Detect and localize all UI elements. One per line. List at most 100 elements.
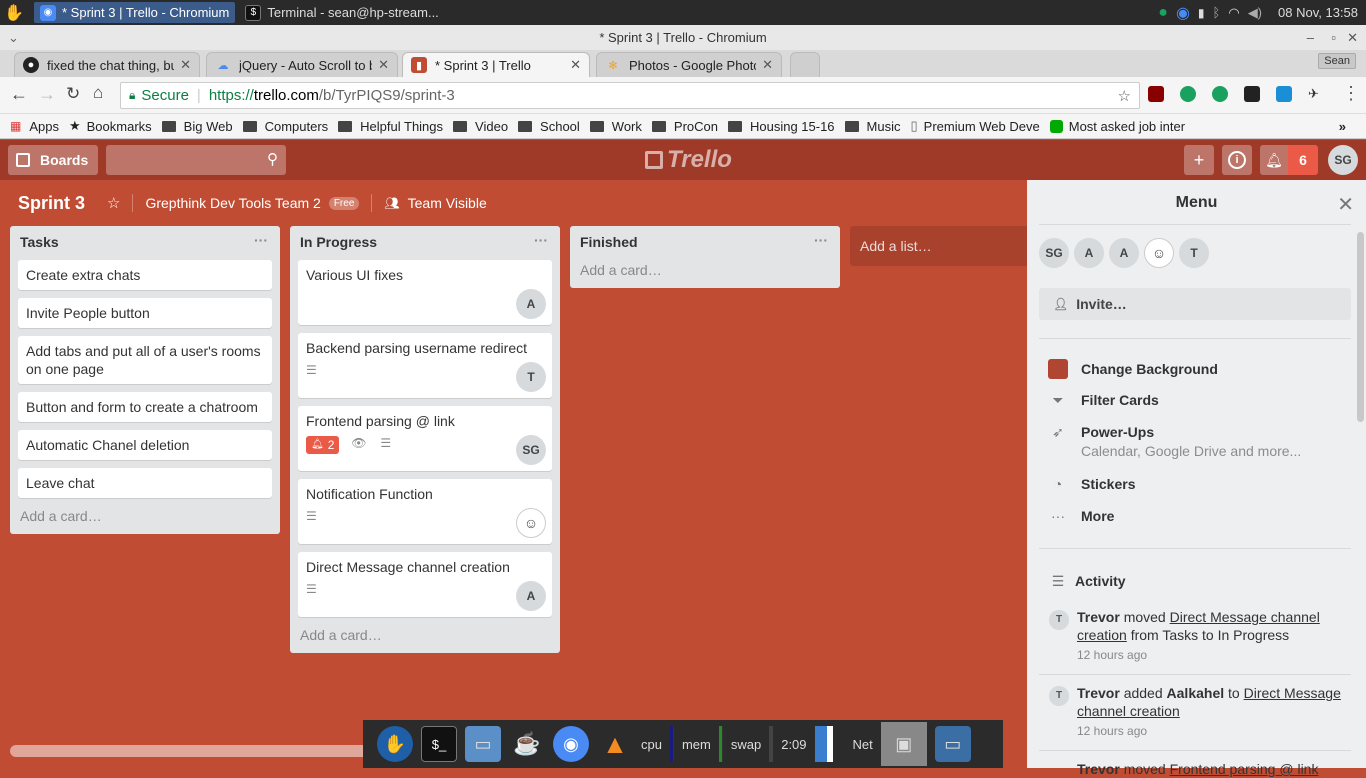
menu-more[interactable]: ··· More bbox=[1047, 508, 1114, 524]
member-avatar[interactable]: SG bbox=[1039, 238, 1069, 268]
volume-icon[interactable]: ◀) bbox=[1248, 5, 1262, 21]
card[interactable]: Backend parsing username redirect ☰ T bbox=[298, 333, 552, 398]
boards-button[interactable]: Boards bbox=[8, 145, 98, 175]
board-title[interactable]: Sprint 3 bbox=[18, 193, 85, 214]
activity-user[interactable]: Trevor bbox=[1077, 761, 1120, 777]
card-member-avatar[interactable]: A bbox=[516, 289, 546, 319]
doodle-avatar[interactable]: ☺ bbox=[516, 508, 546, 538]
card-member-avatar[interactable]: T bbox=[516, 362, 546, 392]
activity-card-link[interactable]: Frontend parsing @ link bbox=[1170, 761, 1319, 777]
menu-stickers[interactable]: ◔ Stickers bbox=[1047, 476, 1136, 492]
profile-button[interactable]: Sean bbox=[1318, 53, 1356, 69]
tab-github[interactable]: ● fixed the chat thing, but ✕ bbox=[14, 52, 200, 77]
bird-ext-icon[interactable]: ✈ bbox=[1308, 86, 1324, 102]
screenshot-icon[interactable]: ▣ bbox=[880, 722, 927, 766]
ublock-icon[interactable] bbox=[1148, 86, 1164, 102]
chromium-icon[interactable]: ◉ bbox=[553, 726, 589, 762]
os-task-chromium[interactable]: ◉ * Sprint 3 | Trello - Chromium bbox=[34, 2, 236, 23]
bookmark-page[interactable]: ▯ Premium Web Deve bbox=[911, 118, 1040, 134]
bookmark-folder[interactable]: School bbox=[518, 119, 580, 134]
bookmark-folder[interactable]: Helpful Things bbox=[338, 119, 443, 134]
card[interactable]: Frontend parsing @ link 🔔︎ 2 👁︎ ☰ SG bbox=[298, 406, 552, 471]
card[interactable]: Button and form to create a chatroom bbox=[18, 392, 272, 422]
os-task-terminal[interactable]: $ Terminal - sean@hp-stream... bbox=[239, 2, 444, 23]
tab-jquery[interactable]: ☁ jQuery - Auto Scroll to b ✕ bbox=[206, 52, 398, 77]
visibility-label[interactable]: Team Visible bbox=[408, 195, 487, 211]
address-bar[interactable]: 🔒︎ Secure | https:// trello.com /b/TyrPI… bbox=[120, 82, 1140, 109]
card[interactable]: Invite People button bbox=[18, 298, 272, 328]
activity-target-user[interactable]: Aalkahel bbox=[1167, 685, 1225, 701]
menu-change-background[interactable]: Change Background bbox=[1047, 359, 1218, 379]
terminal-icon[interactable]: $_ bbox=[421, 726, 457, 762]
list-header[interactable]: Tasks ··· bbox=[10, 226, 280, 260]
file-manager-icon[interactable]: ▭ bbox=[465, 726, 501, 762]
activity-time[interactable]: 12 hours ago bbox=[1077, 646, 1349, 664]
home-icon[interactable]: ⌂ bbox=[93, 83, 103, 103]
list-menu-icon[interactable]: ··· bbox=[254, 232, 268, 248]
skype-ext-icon[interactable] bbox=[1276, 86, 1292, 102]
cpu-monitor-label[interactable]: cpu bbox=[641, 737, 662, 752]
hangouts-ext-icon[interactable] bbox=[1180, 86, 1196, 102]
list-header[interactable]: In Progress ··· bbox=[290, 226, 560, 260]
member-avatar[interactable]: A bbox=[1109, 238, 1139, 268]
swap-monitor-label[interactable]: swap bbox=[731, 737, 761, 752]
card[interactable]: Automatic Chanel deletion bbox=[18, 430, 272, 460]
activity-time[interactable]: 12 hours ago bbox=[1077, 722, 1349, 740]
bookmark-folder[interactable]: ProCon bbox=[651, 119, 718, 134]
list-header[interactable]: Finished ··· bbox=[570, 226, 840, 260]
board-scrollbar[interactable] bbox=[10, 745, 370, 757]
tab-close-icon[interactable]: ✕ bbox=[570, 57, 581, 73]
wifi-icon[interactable]: ◠ bbox=[1228, 5, 1239, 21]
card-member-avatar[interactable]: SG bbox=[516, 435, 546, 465]
tab-trello[interactable]: ▮ * Sprint 3 | Trello ✕ bbox=[402, 52, 590, 77]
minimize-icon[interactable]: – bbox=[1307, 25, 1314, 50]
activity-avatar[interactable]: T bbox=[1049, 610, 1069, 630]
invite-button[interactable]: 👤︎ Invite… bbox=[1039, 288, 1351, 320]
tampermonkey-icon[interactable] bbox=[1244, 86, 1260, 102]
card[interactable]: Various UI fixes A bbox=[298, 260, 552, 325]
add-button[interactable]: + bbox=[1184, 145, 1214, 175]
card[interactable]: Direct Message channel creation ☰ A bbox=[298, 552, 552, 617]
add-card-button[interactable]: Add a card… bbox=[10, 506, 280, 534]
card[interactable]: Add tabs and put all of a user's rooms o… bbox=[18, 336, 272, 384]
teapot-icon[interactable]: ☕ bbox=[509, 726, 545, 762]
bookmark-folder[interactable]: Work bbox=[589, 119, 642, 134]
desktop-icon[interactable]: ▭ bbox=[934, 726, 971, 762]
maximize-icon[interactable]: ▫ bbox=[1331, 25, 1336, 50]
member-avatar[interactable]: A bbox=[1074, 238, 1104, 268]
tab-close-icon[interactable]: ✕ bbox=[762, 57, 773, 73]
reload-icon[interactable]: ↻ bbox=[66, 84, 80, 104]
user-avatar[interactable]: SG bbox=[1328, 145, 1358, 175]
new-tab-button[interactable] bbox=[790, 52, 820, 77]
tab-close-icon[interactable]: ✕ bbox=[378, 57, 389, 73]
extension-green-icon[interactable] bbox=[1212, 86, 1228, 102]
card[interactable]: Leave chat bbox=[18, 468, 272, 498]
card-member-avatar[interactable]: A bbox=[516, 581, 546, 611]
bookmark-apps[interactable]: ▦ Apps bbox=[10, 119, 59, 134]
team-name[interactable]: Grepthink Dev Tools Team 2 bbox=[145, 195, 320, 211]
menu-scrollbar[interactable] bbox=[1357, 232, 1364, 422]
card[interactable]: Notification Function ☰ ☺ bbox=[298, 479, 552, 544]
hangouts-tray-icon[interactable]: ● bbox=[1158, 4, 1168, 22]
uptime-label[interactable]: 2:09 bbox=[781, 737, 806, 752]
bookmark-folder[interactable]: Video bbox=[453, 119, 508, 134]
forward-icon[interactable]: → bbox=[38, 84, 56, 105]
close-window-icon[interactable]: ✕ bbox=[1347, 25, 1358, 50]
battery-icon[interactable]: ▮ bbox=[1198, 6, 1205, 20]
bluetooth-icon[interactable]: ᛒ bbox=[1213, 5, 1221, 20]
bookmark-folder[interactable]: Housing 15-16 bbox=[727, 119, 835, 134]
menu-filter-cards[interactable]: ⏷ Filter Cards bbox=[1047, 392, 1158, 409]
chrome-menu-icon[interactable]: ⋮ bbox=[1342, 83, 1360, 104]
os-menu-button[interactable]: ✋ bbox=[0, 2, 28, 23]
doodle-avatar[interactable]: ☺ bbox=[1144, 238, 1174, 268]
bookmarks-overflow-icon[interactable]: » bbox=[1339, 119, 1346, 134]
tab-google-photos[interactable]: ✻ Photos - Google Photos ✕ bbox=[596, 52, 782, 77]
bookmark-site[interactable]: Most asked job inter bbox=[1049, 119, 1185, 134]
info-button[interactable]: i bbox=[1222, 145, 1252, 175]
bookmark-folder[interactable]: Big Web bbox=[161, 119, 233, 134]
trello-logo[interactable]: Trello bbox=[645, 146, 732, 174]
activity-user[interactable]: Trevor bbox=[1077, 685, 1120, 701]
bookmark-folder[interactable]: Music bbox=[844, 119, 901, 134]
list-menu-icon[interactable]: ··· bbox=[534, 232, 548, 248]
menu-power-ups[interactable]: ➶ Power-Ups Calendar, Google Drive and m… bbox=[1047, 424, 1301, 459]
